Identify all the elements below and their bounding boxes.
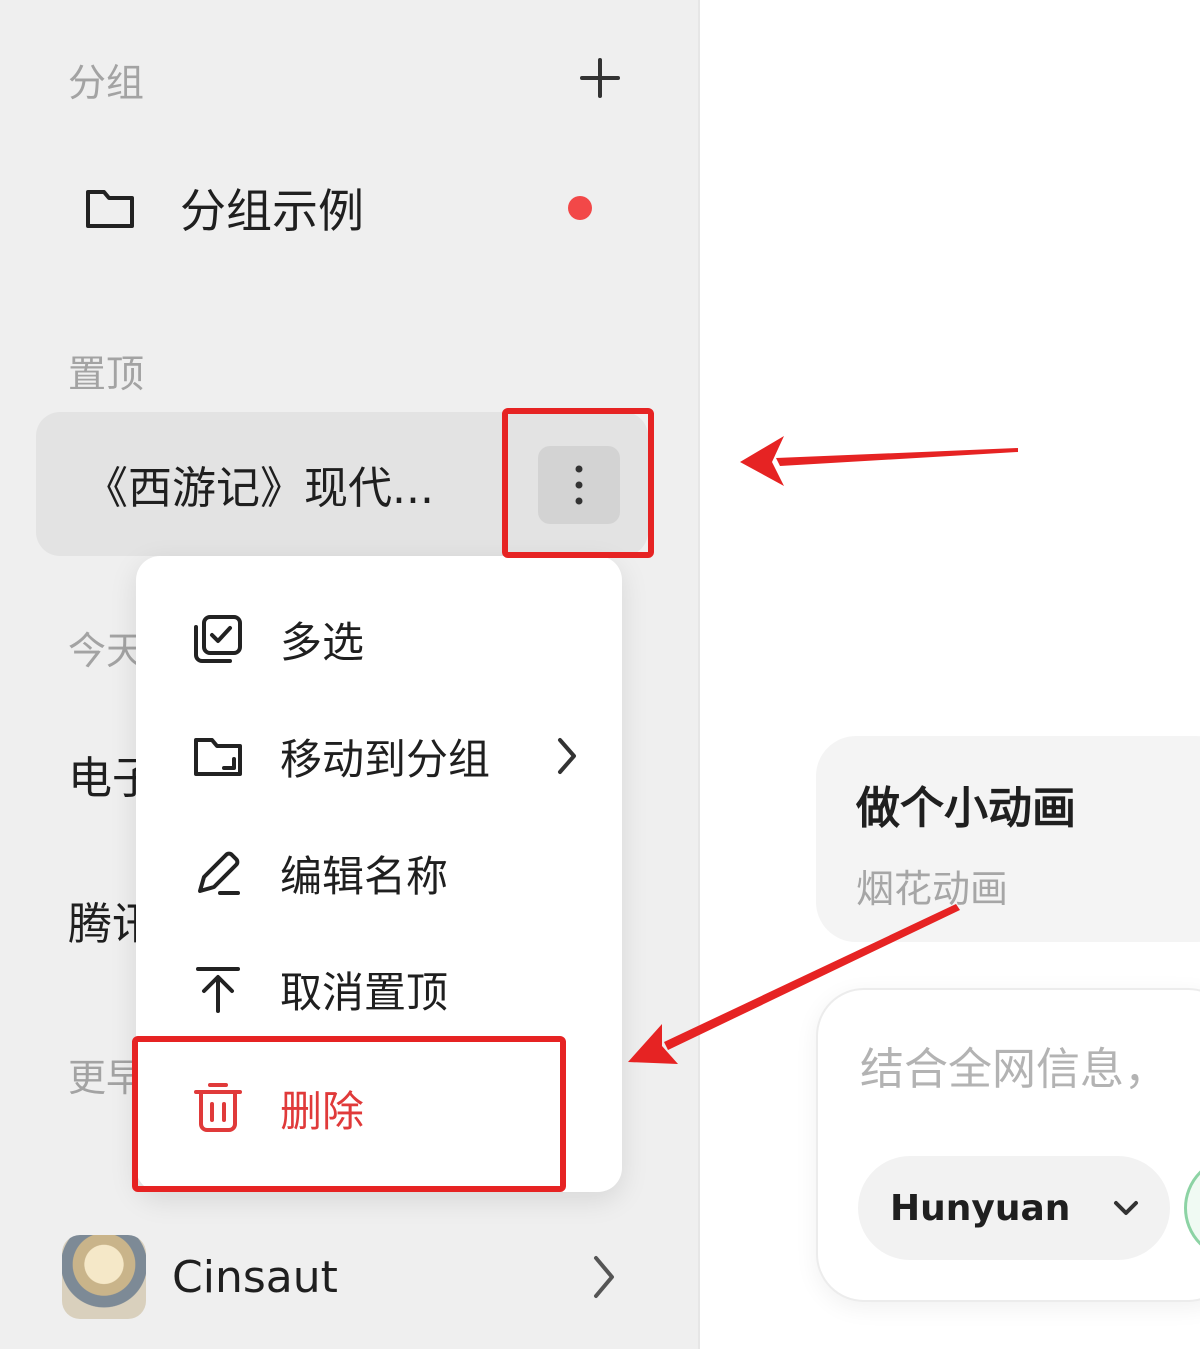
- feature-toggle[interactable]: [1184, 1156, 1200, 1260]
- folder-move-icon: [194, 738, 242, 776]
- menu-item-move-to-group[interactable]: 移动到分组: [136, 701, 622, 811]
- suggestion-subtitle: 烟花动画: [856, 867, 1009, 911]
- annotation-arrow-more: [740, 436, 1018, 486]
- today-section-label: 今天: [68, 629, 145, 673]
- annotation-highlight-box: [132, 1036, 566, 1192]
- user-profile[interactable]: Cinsaut: [62, 1232, 622, 1322]
- chat-input-card: Hunyuan: [816, 988, 1200, 1302]
- menu-item-label: 移动到分组: [280, 734, 491, 784]
- model-selector[interactable]: Hunyuan: [858, 1156, 1170, 1260]
- pencil-icon: [198, 851, 240, 895]
- add-group-button[interactable]: [572, 50, 628, 106]
- menu-item-label: 编辑名称: [280, 851, 449, 901]
- annotation-highlight-box: [502, 408, 654, 558]
- menu-item-rename[interactable]: 编辑名称: [136, 818, 622, 928]
- app-window: 分组 分组示例 置顶 《西游记》现代... 今天 电子 腾讯 更早 Cinsau…: [0, 0, 1200, 1349]
- prompt-input[interactable]: [858, 1034, 1200, 1104]
- unread-dot: [568, 196, 592, 220]
- menu-item-multi-select[interactable]: 多选: [136, 584, 622, 694]
- folder-icon: [86, 190, 134, 228]
- menu-item-label: 取消置顶: [280, 967, 449, 1017]
- avatar: [62, 1235, 146, 1319]
- suggestion-title: 做个小动画: [856, 783, 1076, 834]
- menu-item-unpin[interactable]: 取消置顶: [136, 934, 622, 1044]
- profile-name: Cinsaut: [172, 1251, 338, 1303]
- group-item[interactable]: 分组示例: [68, 158, 628, 258]
- group-name: 分组示例: [180, 184, 364, 238]
- plus-icon: [580, 58, 620, 98]
- sidebar-divider: [698, 0, 700, 1349]
- model-label: Hunyuan: [890, 1187, 1071, 1229]
- chevron-right-icon: [594, 1256, 614, 1298]
- pinned-section-label: 置顶: [68, 352, 145, 396]
- groups-section-label: 分组: [68, 61, 145, 105]
- unpin-icon: [196, 967, 240, 1013]
- menu-item-label: 多选: [280, 617, 365, 667]
- pinned-conversation-title: 《西游记》现代...: [84, 463, 434, 514]
- chevron-right-icon: [558, 738, 576, 774]
- multi-select-icon: [194, 615, 242, 663]
- suggestion-card[interactable]: 做个小动画 烟花动画: [816, 736, 1200, 942]
- chevron-down-icon: [1114, 1201, 1138, 1215]
